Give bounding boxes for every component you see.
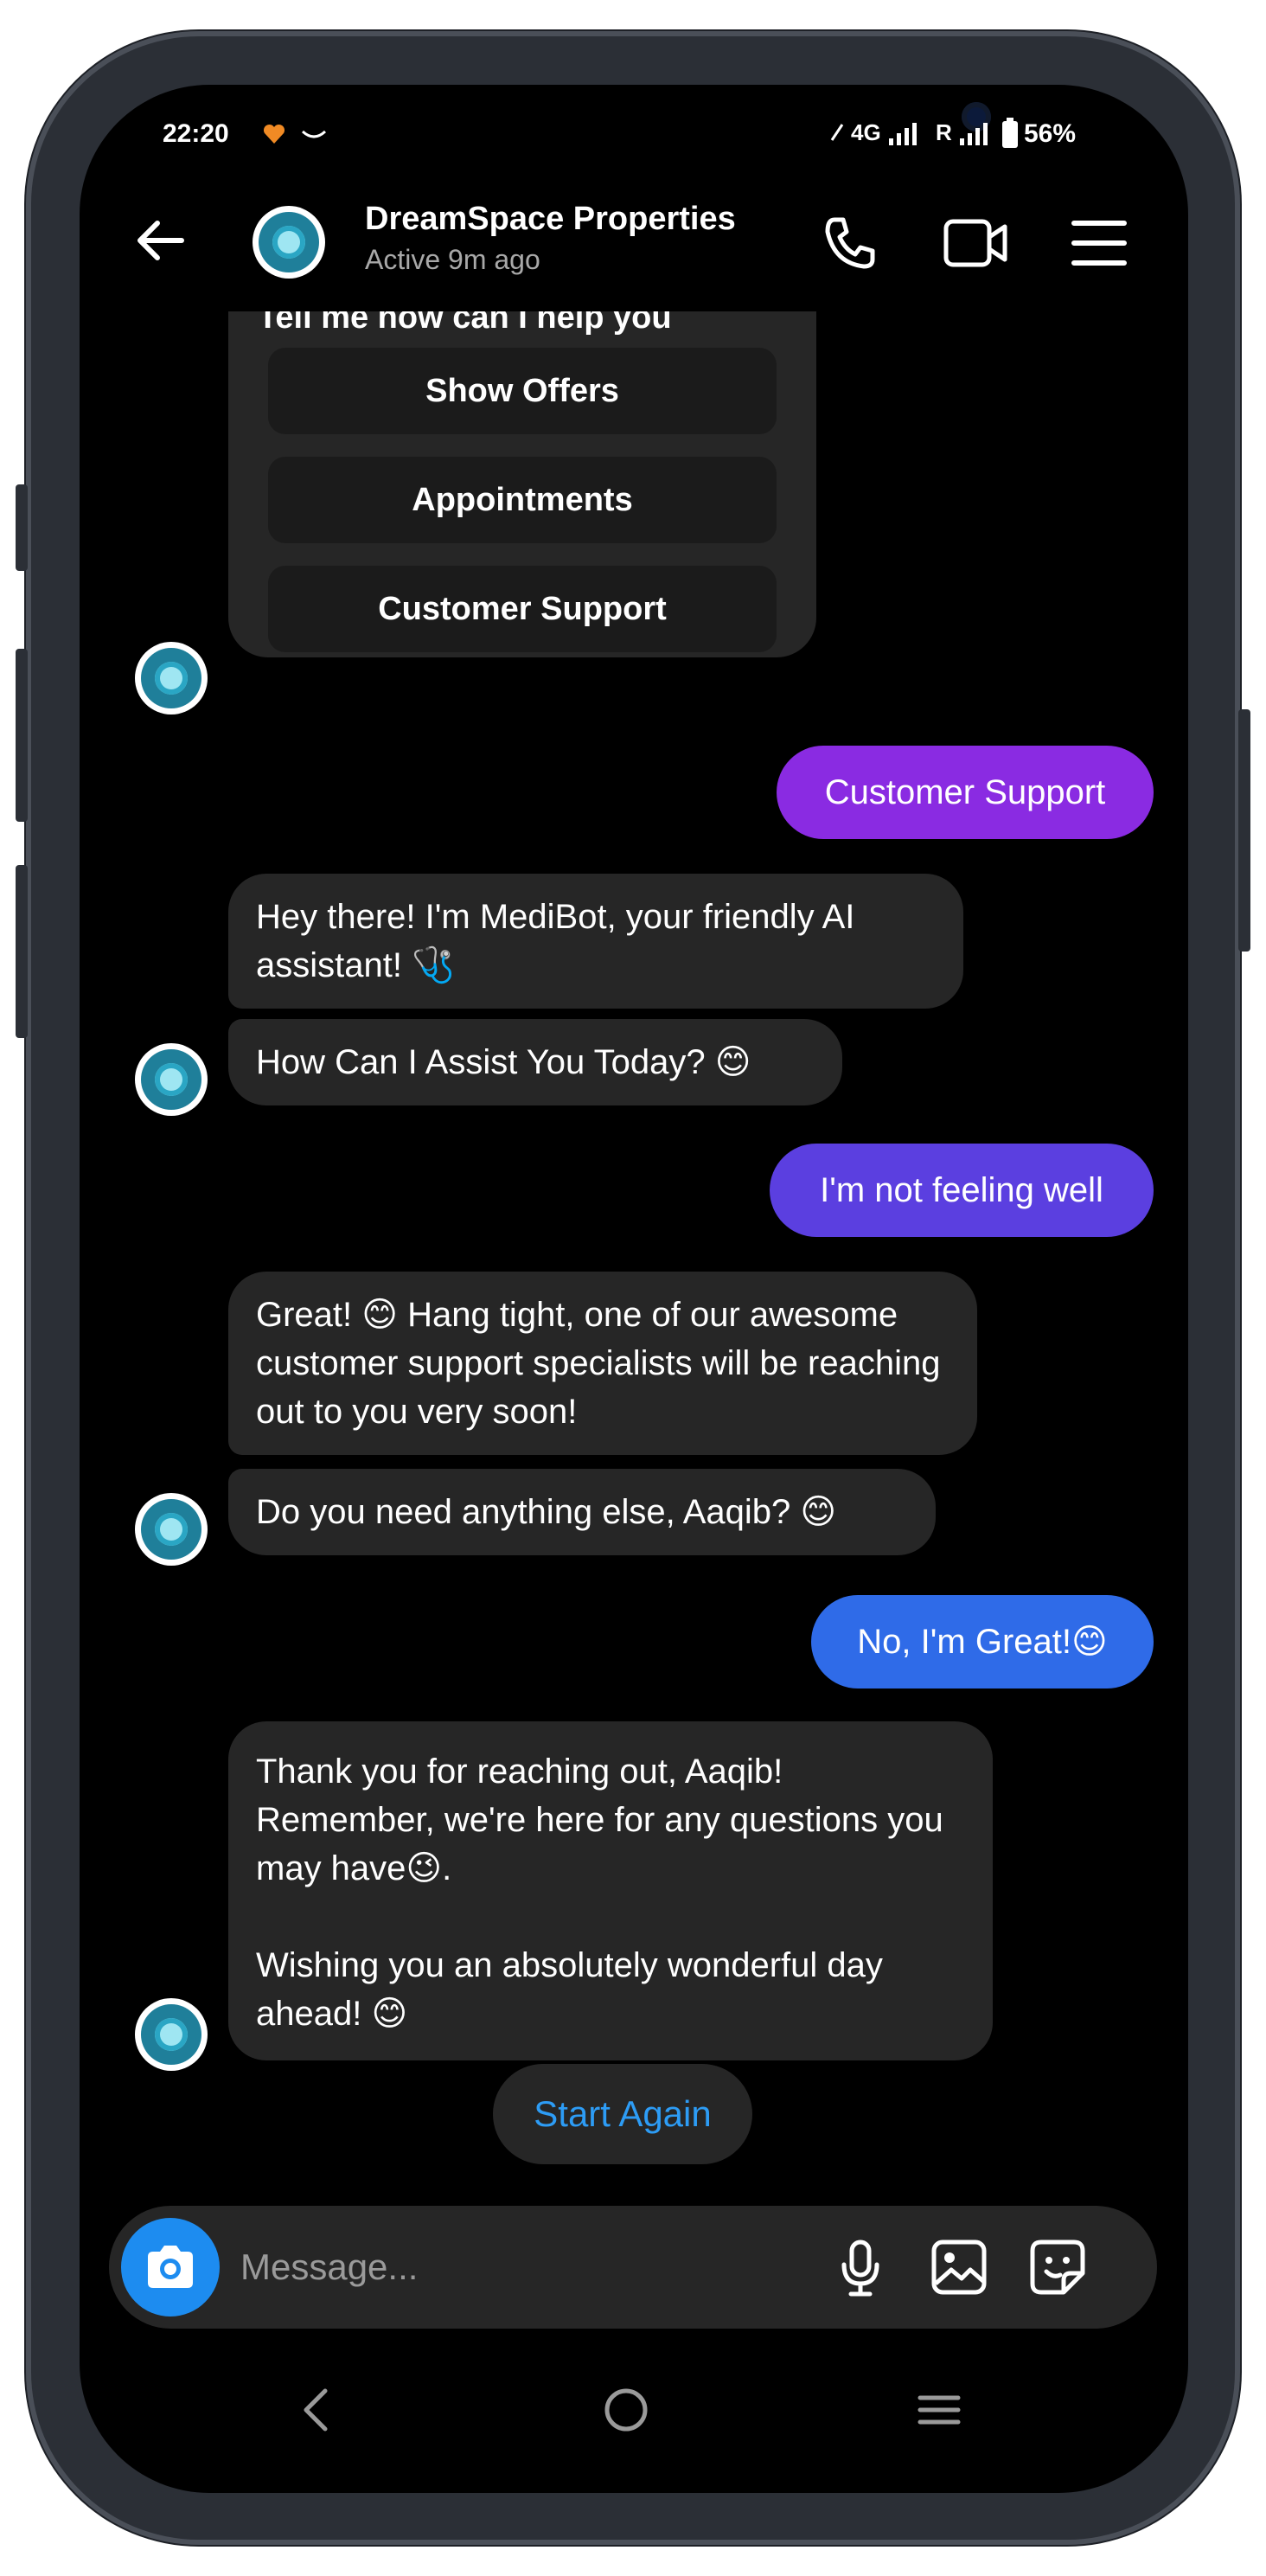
bot-avatar <box>135 1493 208 1566</box>
bot-avatar <box>135 642 208 714</box>
bot-message: Great! 😊 Hang tight, one of our awesome … <box>228 1272 977 1455</box>
bot-message: How Can I Assist You Today? 😊 <box>228 1019 842 1105</box>
menu-icon[interactable] <box>1069 215 1129 272</box>
bot-message: Hey there! I'm MediBot, your friendly AI… <box>228 874 963 1009</box>
nav-recents-icon[interactable] <box>915 2386 963 2434</box>
side-button-action <box>16 484 28 571</box>
start-again-button[interactable]: Start Again <box>493 2064 752 2164</box>
network-type-2: R <box>936 119 952 145</box>
camera-button[interactable] <box>121 2218 220 2316</box>
notification-smile-icon <box>301 130 327 138</box>
conversation-area[interactable]: Tell me how can I help you Show Offers A… <box>80 311 1188 2197</box>
bot-message-final: Thank you for reaching out, Aaqib! Remem… <box>228 1721 993 2060</box>
user-message: Customer Support <box>777 746 1154 839</box>
message-input[interactable] <box>239 2232 726 2303</box>
signal-strength-icon-1 <box>889 123 917 145</box>
bot-message: Do you need anything else, Aaqib? 😊 <box>228 1469 936 1555</box>
bot-avatar <box>135 1998 208 2071</box>
status-time: 22:20 <box>163 119 229 148</box>
quick-reply-show-offers-button[interactable]: Show Offers <box>268 348 777 434</box>
signal-strength-icon-2 <box>960 123 988 145</box>
quick-reply-card: Tell me how can I help you Show Offers A… <box>228 311 816 657</box>
contact-avatar[interactable] <box>253 206 325 279</box>
video-call-icon[interactable] <box>943 215 1008 272</box>
message-composer <box>109 2206 1157 2329</box>
user-message: No, I'm Great!😊 <box>811 1595 1154 1688</box>
sticker-icon[interactable] <box>1029 2239 1086 2296</box>
phone-icon[interactable] <box>819 213 879 273</box>
microphone-icon[interactable] <box>839 2239 882 2297</box>
nav-home-icon[interactable] <box>602 2386 650 2434</box>
bot-message-paragraph: Wishing you an absolutely wonderful day … <box>256 1946 883 2033</box>
quick-reply-customer-support-button[interactable]: Customer Support <box>268 566 777 652</box>
back-arrow-icon[interactable] <box>130 215 190 266</box>
nav-back-icon[interactable] <box>297 2386 336 2434</box>
quick-reply-appointments-button[interactable]: Appointments <box>268 457 777 543</box>
user-message: I'm not feeling well <box>770 1144 1154 1237</box>
side-button-volume-up <box>16 649 28 822</box>
contact-activity-status: Active 9m ago <box>365 244 540 275</box>
camera-icon <box>148 2246 193 2288</box>
notification-heart-icon <box>263 124 285 144</box>
network-type-1: 4G <box>851 119 881 145</box>
side-button-power <box>1238 709 1250 952</box>
wifi-call-icon <box>830 124 844 141</box>
phone-screen: 22:20 4G R 56% DreamSpace Properties Act… <box>80 85 1188 2493</box>
quick-reply-heading: Tell me how can I help you <box>258 311 672 336</box>
gallery-icon[interactable] <box>930 2239 988 2296</box>
side-button-volume-down <box>16 865 28 1038</box>
bot-avatar <box>135 1043 208 1116</box>
battery-icon <box>1002 118 1018 148</box>
battery-percent: 56% <box>1024 119 1077 148</box>
contact-name[interactable]: DreamSpace Properties <box>365 201 736 238</box>
bot-message-paragraph: Thank you for reaching out, Aaqib! Remem… <box>256 1753 943 1887</box>
